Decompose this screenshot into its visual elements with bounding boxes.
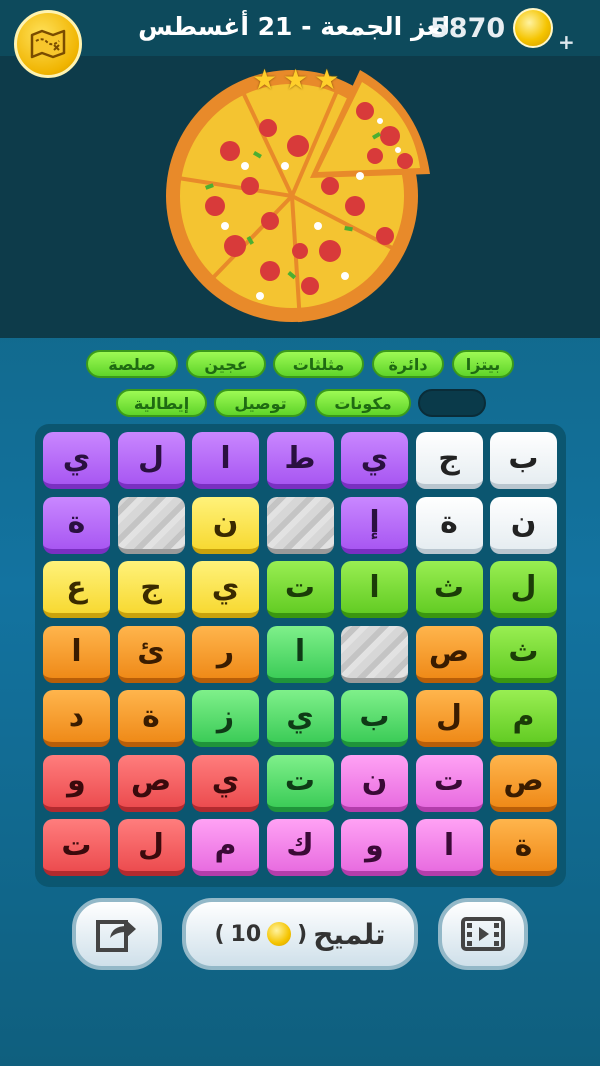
letter-tile[interactable]: ا <box>415 819 483 876</box>
coin-icon <box>513 8 554 48</box>
pizza-icon <box>166 70 430 323</box>
letter-tile[interactable]: ر <box>192 625 259 683</box>
letter-tile[interactable]: ي <box>341 432 408 489</box>
letter-tile[interactable]: ت <box>43 819 110 876</box>
letter-tile[interactable]: ز <box>192 690 259 747</box>
blocked-tile <box>117 496 185 554</box>
star-icon: ★ <box>252 63 278 96</box>
blocked-tile <box>266 496 334 554</box>
letter-tile[interactable]: ط <box>266 432 334 489</box>
letter-tile[interactable]: ث <box>490 625 557 683</box>
letter-tile[interactable]: ج <box>415 432 483 489</box>
word-chip: عجين <box>186 350 266 378</box>
letter-tile[interactable]: ة <box>43 496 110 554</box>
letter-tile[interactable]: و <box>341 819 408 876</box>
letter-tile[interactable]: ي <box>192 754 259 812</box>
star-icon: ★ <box>283 63 309 96</box>
letter-tile[interactable]: ك <box>266 819 334 876</box>
hint-button[interactable]: تلميح ( 10 ) <box>182 898 418 970</box>
letter-tile[interactable]: ل <box>490 561 557 618</box>
puzzle-picture-area <box>0 56 600 338</box>
letter-tile[interactable]: ة <box>415 496 483 554</box>
letter-tile[interactable]: ج <box>117 561 185 618</box>
letter-tile[interactable]: ة <box>490 819 557 876</box>
hint-cost-close: ) <box>214 921 225 947</box>
word-chip: مكونات <box>315 389 411 417</box>
letter-tile[interactable]: ت <box>415 754 483 812</box>
letter-tile[interactable]: ا <box>43 625 110 683</box>
word-chip-empty <box>418 389 486 417</box>
letter-tile[interactable]: ث <box>415 561 483 618</box>
letter-tile[interactable]: ت <box>266 754 334 812</box>
share-button[interactable] <box>72 898 162 970</box>
video-icon <box>461 917 505 951</box>
letter-tile[interactable]: ا <box>341 561 408 618</box>
letter-tile[interactable]: ل <box>415 690 483 747</box>
letter-board: يلاطيجبةنإةنعجيتاثلائراصثدةزيبلموصيتنتصت… <box>35 424 566 887</box>
letter-tile[interactable]: ن <box>490 496 557 554</box>
letter-tile[interactable]: ل <box>117 819 185 876</box>
letter-tile[interactable]: ل <box>117 432 185 489</box>
letter-tile[interactable]: ي <box>266 690 334 747</box>
coin-icon <box>267 922 292 946</box>
letter-tile[interactable]: ص <box>415 625 483 683</box>
puzzle-stars: ★ ★ ★ <box>252 66 339 94</box>
blocked-tile <box>341 625 408 683</box>
puzzle-title: لغز الجمعة - 21 أغسطس <box>138 12 450 41</box>
letter-tile[interactable]: و <box>43 754 110 812</box>
letter-tile[interactable]: ت <box>266 561 334 618</box>
letter-tile[interactable]: ن <box>341 754 408 812</box>
star-icon: ★ <box>314 63 340 96</box>
letter-tile[interactable]: ع <box>43 561 110 618</box>
letter-tile[interactable]: د <box>43 690 110 747</box>
hint-label: تلميح <box>313 917 386 951</box>
letter-tile[interactable]: م <box>490 690 557 747</box>
letter-tile[interactable]: ئ <box>117 625 185 683</box>
coin-counter: 5870 <box>430 8 554 48</box>
word-chip: توصيل <box>214 389 307 417</box>
letter-tile[interactable]: ن <box>192 496 259 554</box>
hint-cost: 10 <box>230 921 262 947</box>
coin-count: 5870 <box>430 12 506 44</box>
letter-tile[interactable]: ص <box>117 754 185 812</box>
letter-tile[interactable]: ي <box>43 432 110 489</box>
word-chip: دائرة <box>372 350 444 378</box>
map-icon <box>30 29 66 59</box>
hint-cost-open: ( <box>297 921 308 947</box>
watch-video-button[interactable] <box>438 898 528 970</box>
letter-tile[interactable]: م <box>192 819 259 876</box>
share-icon <box>96 920 136 952</box>
word-chip: إيطالية <box>116 389 207 417</box>
letter-tile[interactable]: ا <box>192 432 259 489</box>
letter-tile[interactable]: ة <box>117 690 185 747</box>
letter-tile[interactable]: ي <box>192 561 259 618</box>
word-chip: مثلثات <box>273 350 364 378</box>
add-coins-button[interactable]: + <box>558 30 575 54</box>
letter-tile[interactable]: ص <box>490 754 557 812</box>
word-chip: صلصة <box>86 350 178 378</box>
letter-tile[interactable]: ا <box>266 625 334 683</box>
letter-tile[interactable]: ب <box>490 432 557 489</box>
letter-tile[interactable]: ب <box>341 690 408 747</box>
word-chip: بيتزا <box>452 350 514 378</box>
letter-tile[interactable]: إ <box>341 496 408 554</box>
map-button[interactable] <box>14 10 82 78</box>
